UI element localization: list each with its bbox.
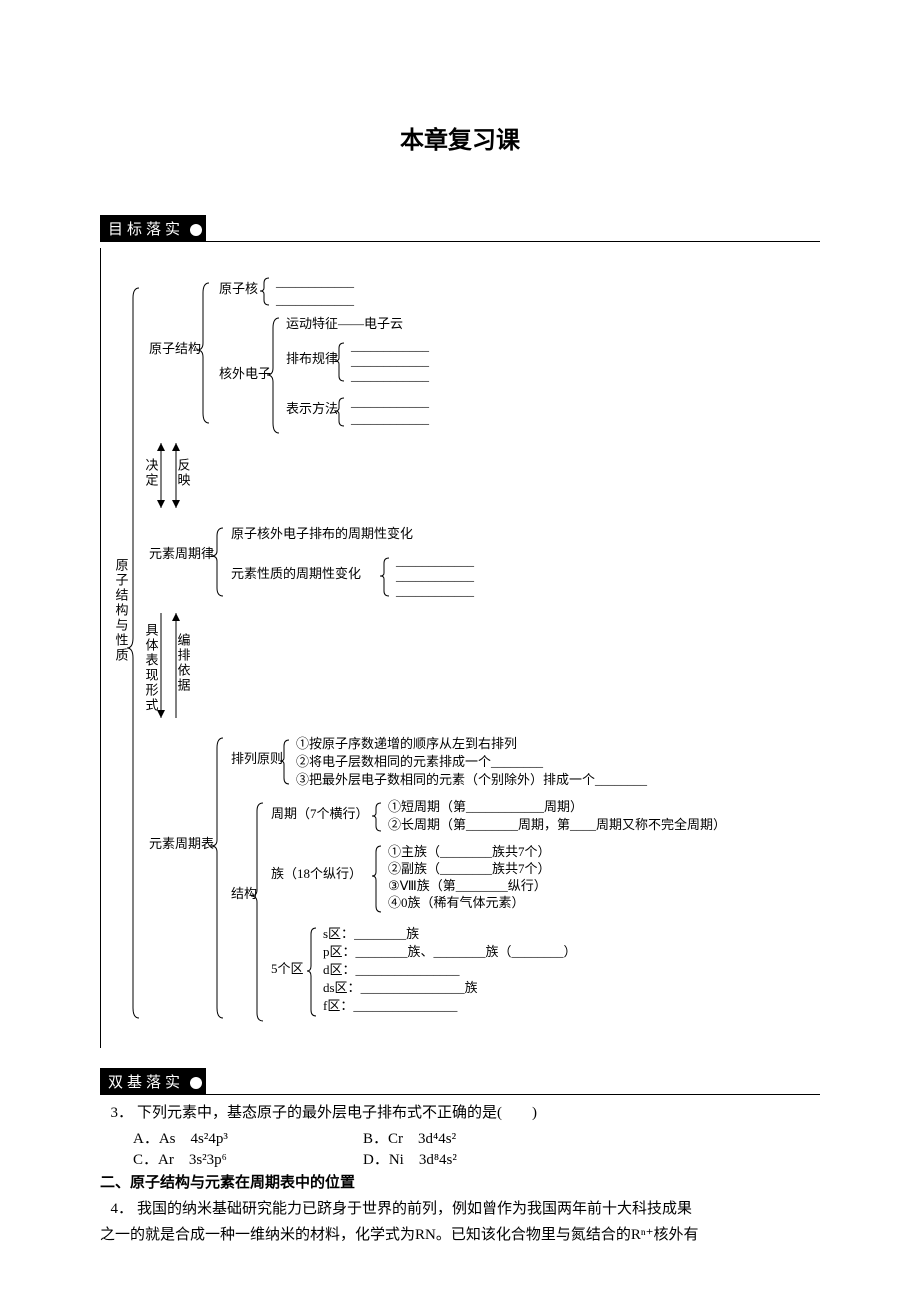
n1a-brace (260, 278, 269, 305)
q3-stem: 3． 下列元素中，基态原子的最外层电子排布式不正确的是( ) (100, 1101, 820, 1125)
n1-label: 原子结构 (149, 341, 201, 356)
n2b-b1: ____________ (395, 553, 475, 568)
arrow2-right: 编排依据 (176, 633, 191, 693)
q4-text1: 我国的纳米基础研究能力已跻身于世界的前列，例如曾作为我国两年前十大科技成果 (137, 1197, 692, 1221)
section1-pill: 目标落实 (100, 215, 206, 242)
q3-opt-a: A．As 4s²4p³ (133, 1127, 363, 1148)
arrow-up-label: 反映 (176, 458, 191, 488)
group-brace (372, 846, 381, 912)
section-goals: 目标落实 (100, 215, 820, 242)
n1b-iii-label: 表示方法 (286, 401, 338, 416)
period-ii: ②长周期（第________周期，第____周期又称不完全周期） (388, 817, 726, 832)
n3-label: 元素周期表 (149, 836, 214, 851)
page-title: 本章复习课 (100, 120, 820, 155)
period-brace (372, 803, 381, 831)
arrow2-left: 具体表现形式 (144, 623, 159, 713)
q3-opt-c: C．Ar 3s²3p⁶ (133, 1148, 363, 1169)
n2b-brace (380, 558, 389, 596)
sub-heading: 二、原子结构与元素在周期表中的位置 (100, 1171, 820, 1195)
period-i: ①短周期（第____________周期） (388, 799, 583, 814)
n3a-label: 排列原则 (231, 751, 283, 766)
n3a-iii: ③把最外层电子数相同的元素（个别除外）排成一个________ (296, 772, 648, 787)
n2a: 原子核外电子排布的周期性变化 (231, 526, 413, 541)
arrow-down-label: 决定 (144, 458, 159, 488)
n1b-ii-b1: ____________ (350, 338, 430, 353)
q4-text2b: 核外有 (654, 1227, 699, 1243)
n3b-group-label: 族（18个纵行） (271, 866, 362, 881)
n3b-brace (251, 803, 263, 1021)
dot-icon (190, 1077, 202, 1089)
zone-f: f区：________________ (323, 998, 458, 1013)
n3b-label: 结构 (231, 886, 257, 901)
zone-p: p区：________族、________族（________） (323, 944, 577, 959)
q4-line2: 之一的就是合成一种一维纳米的材料，化学式为RN。已知该化合物里与氮结合的Rⁿ⁺核… (100, 1223, 820, 1247)
n3a-ii: ②将电子层数相同的元素排成一个________ (296, 754, 544, 769)
n3-brace (211, 738, 223, 1018)
n1b-brace (267, 318, 279, 433)
n3b-period-label: 周期（7个横行） (271, 806, 369, 821)
knowledge-outline: text { font-family: "SimSun","宋体",serif;… (101, 258, 821, 1038)
group-i: ①主族（________族共7个） (388, 844, 551, 859)
n1b-iii-b2: ____________ (350, 411, 430, 426)
n3b-zone-label: 5个区 (271, 961, 304, 976)
q4-rn: Rⁿ⁺ (631, 1227, 654, 1243)
n2-label: 元素周期律 (149, 546, 214, 561)
n2b-b2: ____________ (395, 568, 475, 583)
n1b-iii-b1: ____________ (350, 394, 430, 409)
q4-text2a: 之一的就是合成一种一维纳米的材料，化学式为RN。已知该化合物里与氮结合的 (100, 1227, 631, 1243)
n1b-i: 运动特征——电子云 (286, 316, 403, 331)
q3-num: 3． (100, 1101, 133, 1125)
dot-icon (190, 224, 202, 236)
q3-opt-d: D．Ni 3d⁸4s² (363, 1148, 593, 1169)
n2-brace (211, 528, 223, 596)
section1-label: 目标落实 (108, 221, 184, 238)
section2-label: 双基落实 (108, 1074, 184, 1091)
body-text: 3． 下列元素中，基态原子的最外层电子排布式不正确的是( ) A．As 4s²4… (100, 1101, 820, 1247)
q3-text: 下列元素中，基态原子的最外层电子排布式不正确的是( ) (137, 1101, 537, 1125)
zone-s: s区：________族 (323, 926, 419, 941)
n1b-ii-label: 排布规律 (286, 351, 338, 366)
section2-pill: 双基落实 (100, 1068, 206, 1095)
root-brace (127, 288, 139, 1018)
outline-container: text { font-family: "SimSun","宋体",serif;… (100, 248, 820, 1048)
n1b-ii-b3: ____________ (350, 368, 430, 383)
n2b-b3: ____________ (395, 583, 475, 598)
root-label: 原子结构与性质 (114, 558, 129, 663)
n1b-ii-b2: ____________ (350, 353, 430, 368)
q3-opt-b: B．Cr 3d⁴4s² (363, 1127, 593, 1148)
zone-d: d区：________________ (323, 962, 460, 977)
q4-num: 4． (100, 1197, 133, 1221)
n1a-blank1: ____________ (275, 274, 355, 289)
group-iii: ③Ⅷ族（第________纵行） (388, 878, 547, 893)
q4-line1: 4． 我国的纳米基础研究能力已跻身于世界的前列，例如曾作为我国两年前十大科技成果 (100, 1197, 820, 1221)
q3-options: A．As 4s²4p³ B．Cr 3d⁴4s² C．Ar 3s²3p⁶ D．Ni… (133, 1127, 820, 1169)
n1a-blank2: ____________ (275, 292, 355, 307)
group-ii: ②副族（________族共7个） (388, 861, 551, 876)
section-basics: 双基落实 (100, 1068, 820, 1095)
zone-ds: ds区：________________族 (323, 980, 478, 995)
n2b-label: 元素性质的周期性变化 (231, 566, 361, 581)
zone-brace (307, 928, 316, 1016)
n1a-label: 原子核 (219, 281, 258, 296)
n3a-i: ①按原子序数递增的顺序从左到右排列 (296, 736, 517, 751)
n1b-label: 核外电子 (219, 366, 271, 381)
group-iv: ④0族（稀有气体元素） (388, 895, 525, 910)
